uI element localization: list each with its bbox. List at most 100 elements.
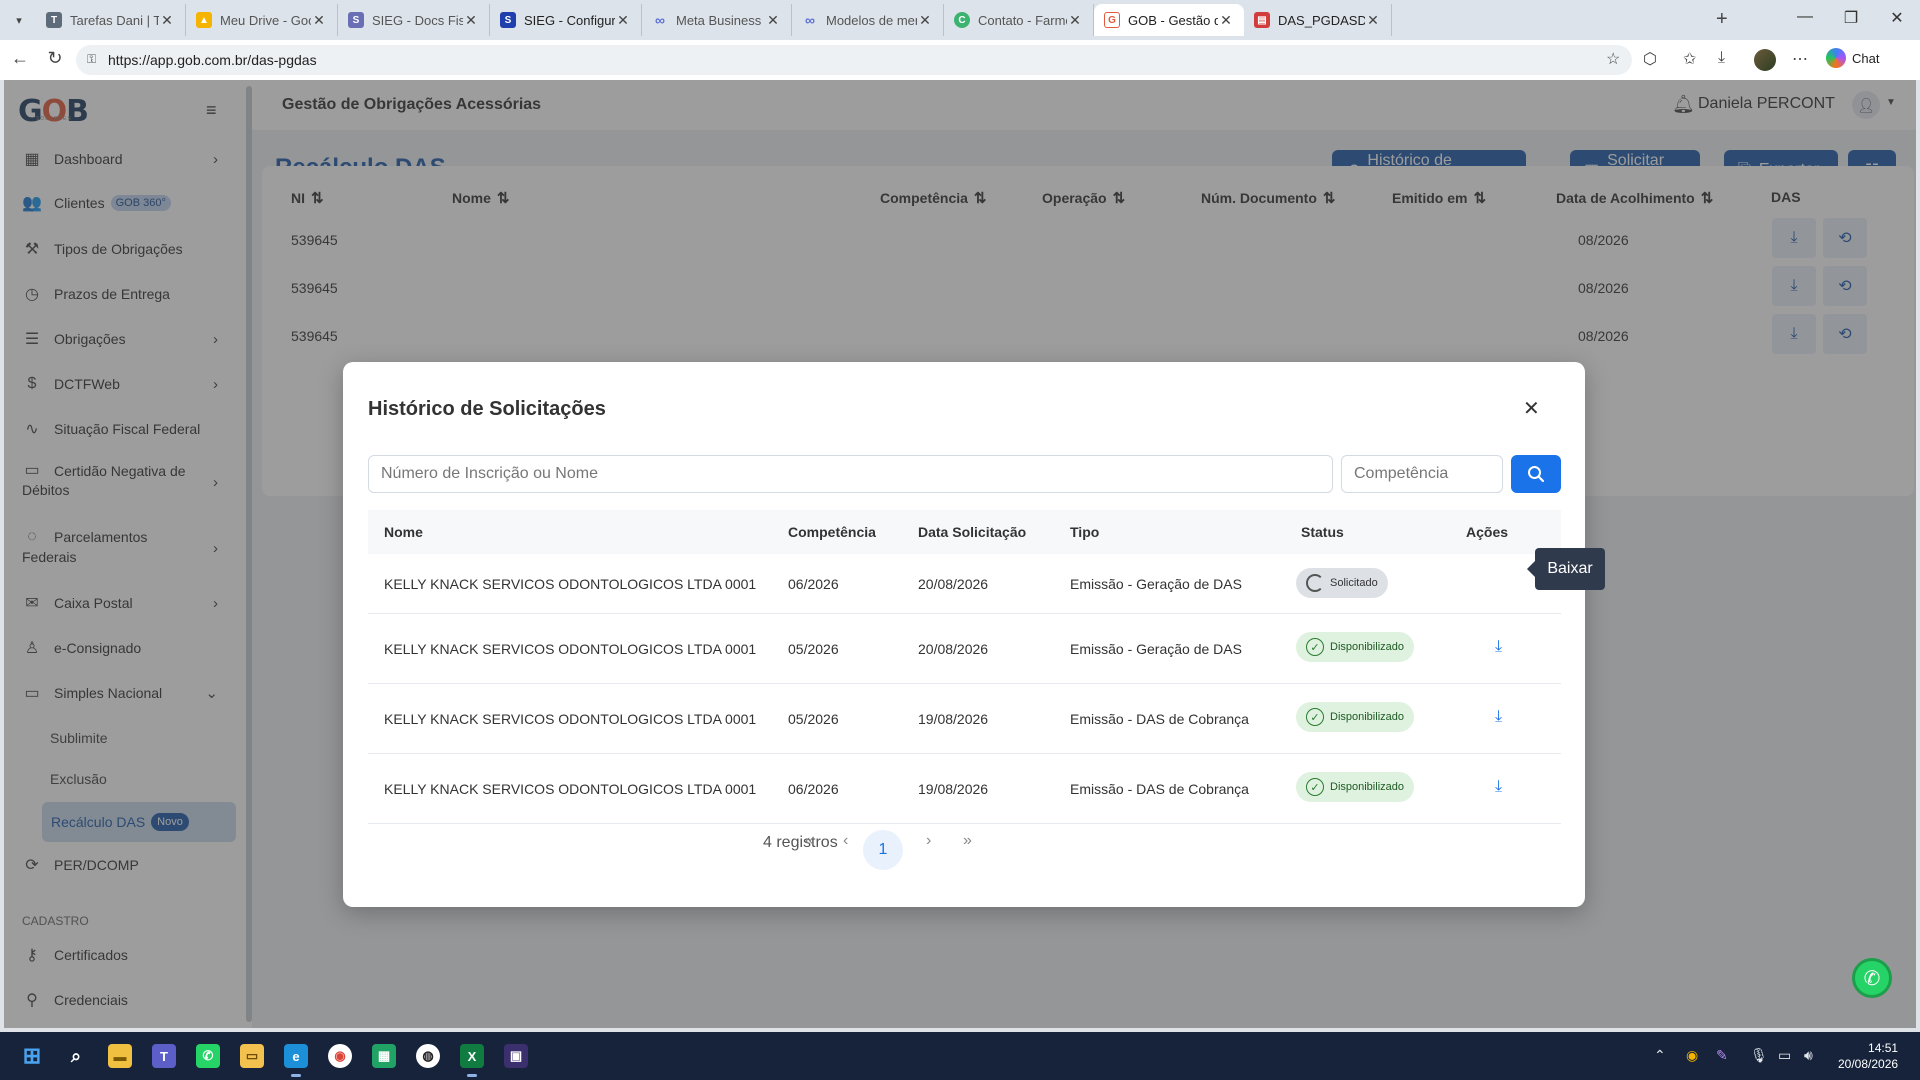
- calculator-icon[interactable]: ▦: [372, 1044, 396, 1068]
- close-tab-icon[interactable]: ✕: [765, 12, 781, 29]
- search-icon: [1528, 466, 1545, 483]
- table-row: KELLY KNACK SERVICOS ODONTOLOGICOS LTDA …: [368, 684, 1561, 754]
- meta-favicon-icon: ∞: [655, 12, 665, 28]
- restore-icon[interactable]: ❐: [1828, 8, 1874, 28]
- cell-data: 20/08/2026: [918, 641, 989, 657]
- windows-taskbar: ⊞ ⌕ ▬ T ✆ ▭ e ◉ ▦ ◍ X ▣ ⌃ ◉ ✎ 🎙︎ ▭ 🔊︎ 14…: [0, 1032, 1920, 1080]
- close-modal-icon[interactable]: ✕: [1523, 396, 1540, 421]
- close-tab-icon[interactable]: ✕: [1218, 12, 1234, 29]
- status-badge: Solicitado: [1296, 568, 1388, 598]
- cell-nome: KELLY KNACK SERVICOS ODONTOLOGICOS LTDA …: [384, 641, 757, 657]
- close-tab-icon[interactable]: ✕: [917, 12, 933, 29]
- profile-avatar[interactable]: [1754, 49, 1776, 71]
- history-modal: Histórico de Solicitações ✕ Número de In…: [343, 362, 1585, 907]
- browser-tab-trello[interactable]: T Tarefas Dani | Trello ✕: [36, 4, 186, 36]
- browser-tab-sieg-config[interactable]: S SIEG - Configurações ✕: [490, 4, 642, 36]
- browser-tab-gob[interactable]: G GOB - Gestão de Obrigações ✕: [1094, 4, 1244, 36]
- download-icon[interactable]: ⤓: [1495, 778, 1502, 796]
- close-tab-icon[interactable]: ✕: [159, 12, 175, 29]
- file-explorer-icon[interactable]: ▬: [108, 1044, 132, 1068]
- download-icon[interactable]: ⤓: [1495, 638, 1502, 656]
- m-th-nome: Nome: [384, 524, 423, 540]
- windows-start-icon[interactable]: ⊞: [20, 1043, 44, 1068]
- browser-tab-modelos[interactable]: ∞ Modelos de mensagem ✕: [792, 4, 944, 36]
- app-window: GOB SOLUÇÕES ≡ ▦ Dashboard › 👥 Clientes …: [4, 80, 1916, 1028]
- page-number-button[interactable]: 1: [863, 830, 903, 870]
- reload-icon[interactable]: ↻: [43, 48, 67, 69]
- prev-page-icon[interactable]: ‹: [843, 832, 848, 850]
- network-icon[interactable]: ▭: [1778, 1047, 1791, 1064]
- close-tab-icon[interactable]: ✕: [615, 12, 631, 29]
- close-tab-icon[interactable]: ✕: [1365, 12, 1381, 29]
- volume-icon[interactable]: 🔊︎: [1804, 1047, 1813, 1064]
- whatsapp-taskbar-icon[interactable]: ✆: [196, 1044, 220, 1068]
- records-count: 4 registros: [763, 834, 838, 851]
- chrome-tray-icon[interactable]: ◉: [1686, 1047, 1698, 1064]
- close-tab-icon[interactable]: ✕: [1067, 12, 1083, 29]
- close-window-icon[interactable]: ✕: [1874, 8, 1920, 28]
- search-input[interactable]: Número de Inscrição ou Nome: [368, 455, 1333, 493]
- tray-chevron-icon[interactable]: ⌃: [1654, 1047, 1666, 1064]
- site-info-icon[interactable]: ⚿: [87, 52, 96, 67]
- teams-icon[interactable]: T: [152, 1044, 176, 1068]
- app-icon[interactable]: ◍: [416, 1044, 440, 1068]
- drive-favicon-icon: ▲: [196, 12, 212, 28]
- modal-title: Histórico de Solicitações: [368, 398, 606, 420]
- search-taskbar-icon[interactable]: ⌕: [64, 1044, 88, 1068]
- app-purple-icon[interactable]: ▣: [504, 1044, 528, 1068]
- browser-toolbar: ← ↻ ⚿ https://app.gob.com.br/das-pgdas ☆…: [0, 40, 1920, 80]
- close-tab-icon[interactable]: ✕: [463, 12, 479, 29]
- browser-tab-sieg-docs[interactable]: S SIEG - Docs Fiscais - Download ✕: [338, 4, 490, 36]
- cell-competencia: 05/2026: [788, 711, 839, 727]
- copilot-chat-button[interactable]: Chat: [1826, 48, 1879, 68]
- extensions-icon[interactable]: ⬡: [1643, 49, 1657, 69]
- download-icon[interactable]: ⤓: [1495, 708, 1502, 726]
- microphone-icon[interactable]: 🎙︎: [1750, 1047, 1768, 1064]
- pen-tray-icon[interactable]: ✎: [1716, 1047, 1728, 1064]
- status-badge: ✓ Disponibilizado: [1296, 632, 1414, 662]
- address-bar[interactable]: ⚿ https://app.gob.com.br/das-pgdas: [76, 45, 1632, 75]
- competencia-input[interactable]: Competência: [1341, 455, 1503, 493]
- downloads-icon[interactable]: ⤓: [1718, 49, 1725, 67]
- cell-competencia: 06/2026: [788, 781, 839, 797]
- favorites-icon[interactable]: ✩: [1683, 49, 1696, 69]
- sieg-favicon-icon: S: [348, 12, 364, 28]
- table-row: KELLY KNACK SERVICOS ODONTOLOGICOS LTDA …: [368, 754, 1561, 824]
- search-button[interactable]: [1511, 455, 1561, 493]
- browser-tab-meta[interactable]: ∞ Meta Business Suite ✕: [642, 4, 792, 36]
- system-clock[interactable]: 14:51 20/08/2026: [1838, 1040, 1898, 1072]
- cell-competencia: 06/2026: [788, 576, 839, 592]
- meta-favicon-icon: ∞: [805, 12, 815, 28]
- last-page-icon[interactable]: »: [963, 832, 972, 850]
- back-icon[interactable]: ←: [8, 48, 32, 69]
- table-row: KELLY KNACK SERVICOS ODONTOLOGICOS LTDA …: [368, 614, 1561, 684]
- excel-icon[interactable]: X: [460, 1044, 484, 1077]
- tab-search-icon[interactable]: ▾: [8, 9, 30, 31]
- cell-nome: KELLY KNACK SERVICOS ODONTOLOGICOS LTDA …: [384, 781, 757, 797]
- cell-nome: KELLY KNACK SERVICOS ODONTOLOGICOS LTDA …: [384, 576, 757, 592]
- modal-table-header: Nome Competência Data Solicitação Tipo S…: [368, 510, 1561, 554]
- notes-icon[interactable]: ▭: [240, 1044, 264, 1068]
- minimize-icon[interactable]: —: [1782, 8, 1828, 26]
- edge-icon[interactable]: e: [284, 1044, 308, 1077]
- browser-tab-drive[interactable]: ▲ Meu Drive - Google Drive ✕: [186, 4, 338, 36]
- new-tab-icon[interactable]: +: [1716, 8, 1728, 31]
- first-page-icon[interactable]: «: [805, 832, 814, 850]
- next-page-icon[interactable]: ›: [926, 832, 931, 850]
- whatsapp-icon[interactable]: ✆: [1852, 958, 1892, 998]
- m-th-competencia: Competência: [788, 524, 876, 540]
- bookmark-star-icon[interactable]: ☆: [1606, 49, 1620, 69]
- status-badge: ✓ Disponibilizado: [1296, 772, 1414, 802]
- chrome-icon[interactable]: ◉: [328, 1044, 352, 1068]
- m-th-acoes: Ações: [1466, 524, 1509, 540]
- browser-tab-strip: ▾ T Tarefas Dani | Trello ✕ ▲ Meu Drive …: [0, 0, 1920, 40]
- close-tab-icon[interactable]: ✕: [311, 12, 327, 29]
- gob-favicon-icon: G: [1104, 12, 1120, 28]
- cell-data: 19/08/2026: [918, 711, 989, 727]
- m-th-status: Status: [1301, 524, 1344, 540]
- cell-competencia: 05/2026: [788, 641, 839, 657]
- more-menu-icon[interactable]: ⋯: [1792, 49, 1808, 69]
- check-circle-icon: ✓: [1306, 708, 1324, 726]
- browser-tab-pdf[interactable]: ▤ DAS_PGDASD_5396451000 ✕: [1244, 4, 1392, 36]
- browser-tab-farmcont[interactable]: C Contato - Farmcont ✕: [944, 4, 1094, 36]
